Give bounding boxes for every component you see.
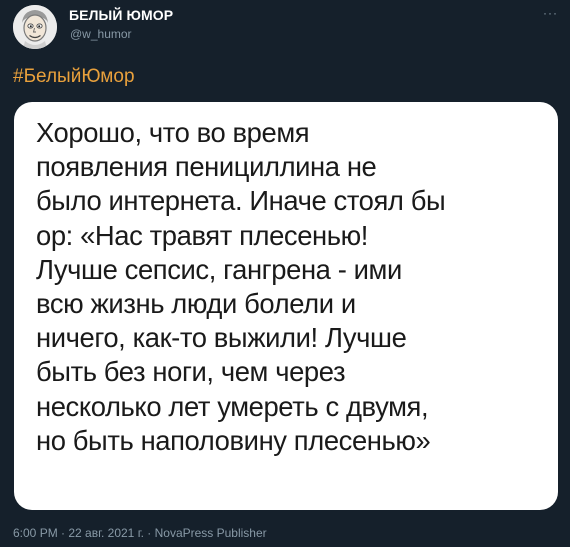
cartoon-face-avatar-icon bbox=[13, 5, 57, 49]
hashtag-link[interactable]: #БелыйЮмор bbox=[13, 66, 135, 88]
author-handle[interactable]: @w_humor bbox=[70, 27, 132, 41]
tweet-image[interactable]: Хорошо, что во время появления пеницилли… bbox=[14, 102, 558, 510]
tweet-timestamp[interactable]: 6:00 PM · 22 авг. 2021 г. · NovaPress Pu… bbox=[13, 526, 267, 540]
more-options-icon[interactable]: ··· bbox=[543, 6, 558, 20]
image-text: Хорошо, что во время появления пеницилли… bbox=[36, 117, 446, 456]
tweet: БЕЛЫЙ ЮМОР @w_humor ··· #БелыйЮмор Хорош… bbox=[0, 0, 570, 547]
author-avatar[interactable] bbox=[13, 5, 57, 49]
author-name[interactable]: БЕЛЫЙ ЮМОР bbox=[69, 7, 173, 23]
